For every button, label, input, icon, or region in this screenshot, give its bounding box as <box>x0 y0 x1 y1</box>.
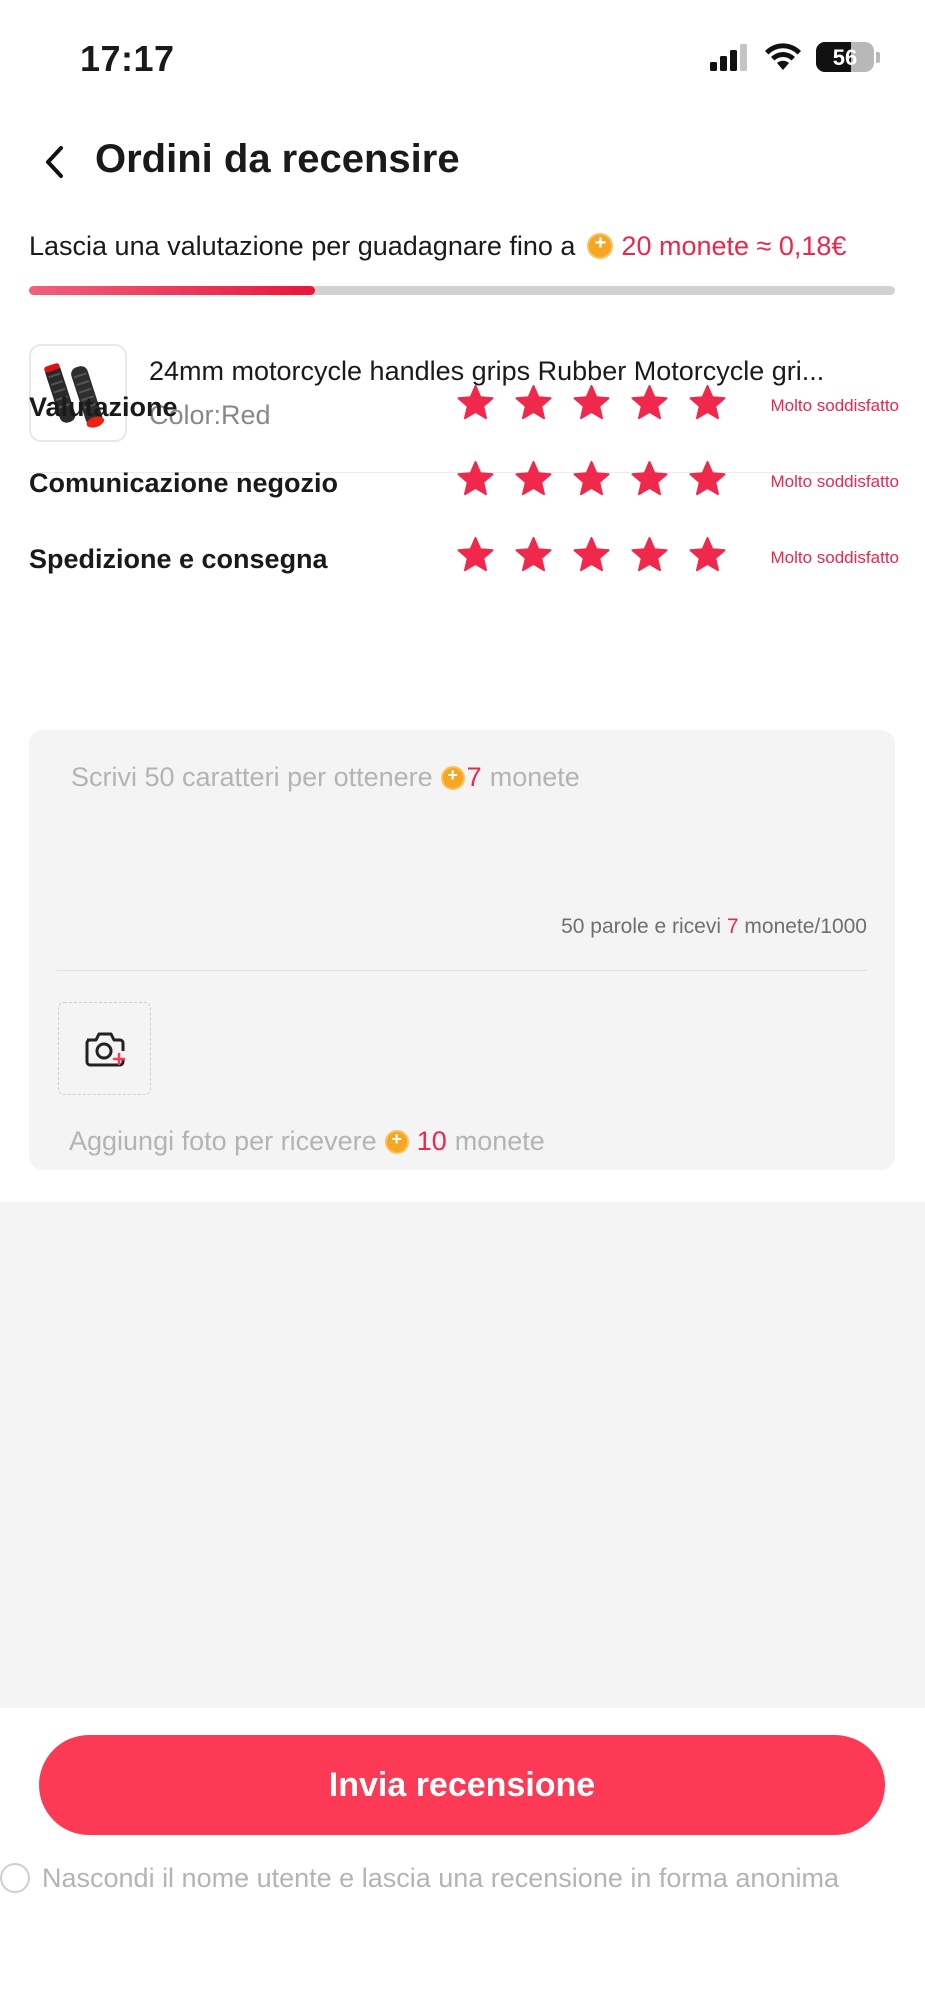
battery-icon: 56 <box>816 42 874 72</box>
star-icon[interactable] <box>573 460 610 497</box>
chevron-left-icon <box>46 146 63 178</box>
status-icons: 56 <box>710 40 880 74</box>
back-button[interactable] <box>36 142 76 182</box>
battery-nub <box>876 51 880 63</box>
review-placeholder-coins: 7 <box>466 762 482 792</box>
rating-row: Valutazione Molto soddisfatto <box>29 384 899 434</box>
rating-row: Comunicazione negozio Molto soddisfatto <box>29 460 899 510</box>
review-placeholder-prefix: Scrivi 50 caratteri per ottenere <box>71 762 433 792</box>
star-icon[interactable] <box>515 460 552 497</box>
counter-suffix: monete/1000 <box>744 915 867 938</box>
star-icon[interactable] <box>631 384 668 421</box>
rating-description: Molto soddisfatto <box>770 472 899 491</box>
reward-text: Lascia una valutazione per guadagnare fi… <box>29 230 576 261</box>
review-card: 24mm motorcycle handles grips Rubber Mot… <box>0 314 925 1202</box>
star-icon[interactable] <box>689 460 726 497</box>
star-rating <box>457 536 726 573</box>
star-icon[interactable] <box>515 384 552 421</box>
rating-description: Molto soddisfatto <box>770 396 899 415</box>
star-icon[interactable] <box>457 460 494 497</box>
status-time: 17:17 <box>80 38 175 79</box>
counter-prefix: 50 parole e ricevi <box>561 915 722 938</box>
divider <box>57 970 867 971</box>
rating-row: Spedizione e consegna Molto soddisfatto <box>29 536 899 586</box>
star-icon[interactable] <box>689 536 726 573</box>
photo-hint-coins: 10 <box>416 1126 447 1156</box>
coin-icon <box>440 765 465 790</box>
rating-label: Spedizione e consegna <box>29 544 328 574</box>
reward-amount: 20 monete ≈ 0,18€ <box>621 230 847 261</box>
star-icon[interactable] <box>689 384 726 421</box>
rating-description: Molto soddisfatto <box>770 548 899 567</box>
star-rating <box>457 460 726 497</box>
product-name: 24mm motorcycle handles grips Rubber Mot… <box>149 356 825 386</box>
add-photo-button[interactable] <box>58 1002 151 1095</box>
photo-hint-suffix: monete <box>454 1126 545 1156</box>
photo-hint: Aggiungi foto per ricevere 10 monete <box>69 1126 545 1157</box>
coin-icon <box>384 1129 409 1154</box>
submit-review-button[interactable]: Invia recensione <box>39 1735 885 1835</box>
review-input-area[interactable]: Scrivi 50 caratteri per ottenere 7 monet… <box>29 730 895 1170</box>
star-icon[interactable] <box>457 384 494 421</box>
battery-level: 56 <box>832 45 858 70</box>
rating-label: Comunicazione negozio <box>29 468 339 498</box>
word-counter: 50 parole e ricevi 7 monete/1000 <box>561 915 867 939</box>
star-icon[interactable] <box>631 536 668 573</box>
star-icon[interactable] <box>631 460 668 497</box>
anonymous-radio[interactable] <box>0 1863 30 1893</box>
coin-icon <box>587 232 614 259</box>
star-icon[interactable] <box>573 384 610 421</box>
reward-banner: Lascia una valutazione per guadagnare fi… <box>29 226 899 266</box>
anonymous-label: Nascondi il nome utente e lascia una rec… <box>42 1862 839 1893</box>
star-icon[interactable] <box>457 536 494 573</box>
bottom-panel: Invia recensione Nascondi il nome utente… <box>0 1708 925 2000</box>
header: Ordini da recensire <box>0 125 925 205</box>
wifi-icon <box>765 43 801 70</box>
review-textarea[interactable]: Scrivi 50 caratteri per ottenere 7 monet… <box>71 762 580 793</box>
review-placeholder-suffix: monete <box>489 762 580 792</box>
page-title: Ordini da recensire <box>95 137 460 181</box>
counter-coins: 7 <box>726 915 739 938</box>
star-icon[interactable] <box>573 536 610 573</box>
cellular-signal-icon <box>710 44 747 71</box>
star-rating <box>457 384 726 421</box>
reward-progress-bar <box>29 286 895 295</box>
reward-progress-fill <box>29 286 315 295</box>
status-bar: 17:17 56 <box>0 0 925 110</box>
camera-plus-icon <box>85 1032 126 1067</box>
photo-hint-prefix: Aggiungi foto per ricevere <box>69 1126 377 1156</box>
anonymous-option[interactable]: Nascondi il nome utente e lascia una rec… <box>0 1858 925 1898</box>
rating-label: Valutazione <box>29 392 178 422</box>
star-icon[interactable] <box>515 536 552 573</box>
